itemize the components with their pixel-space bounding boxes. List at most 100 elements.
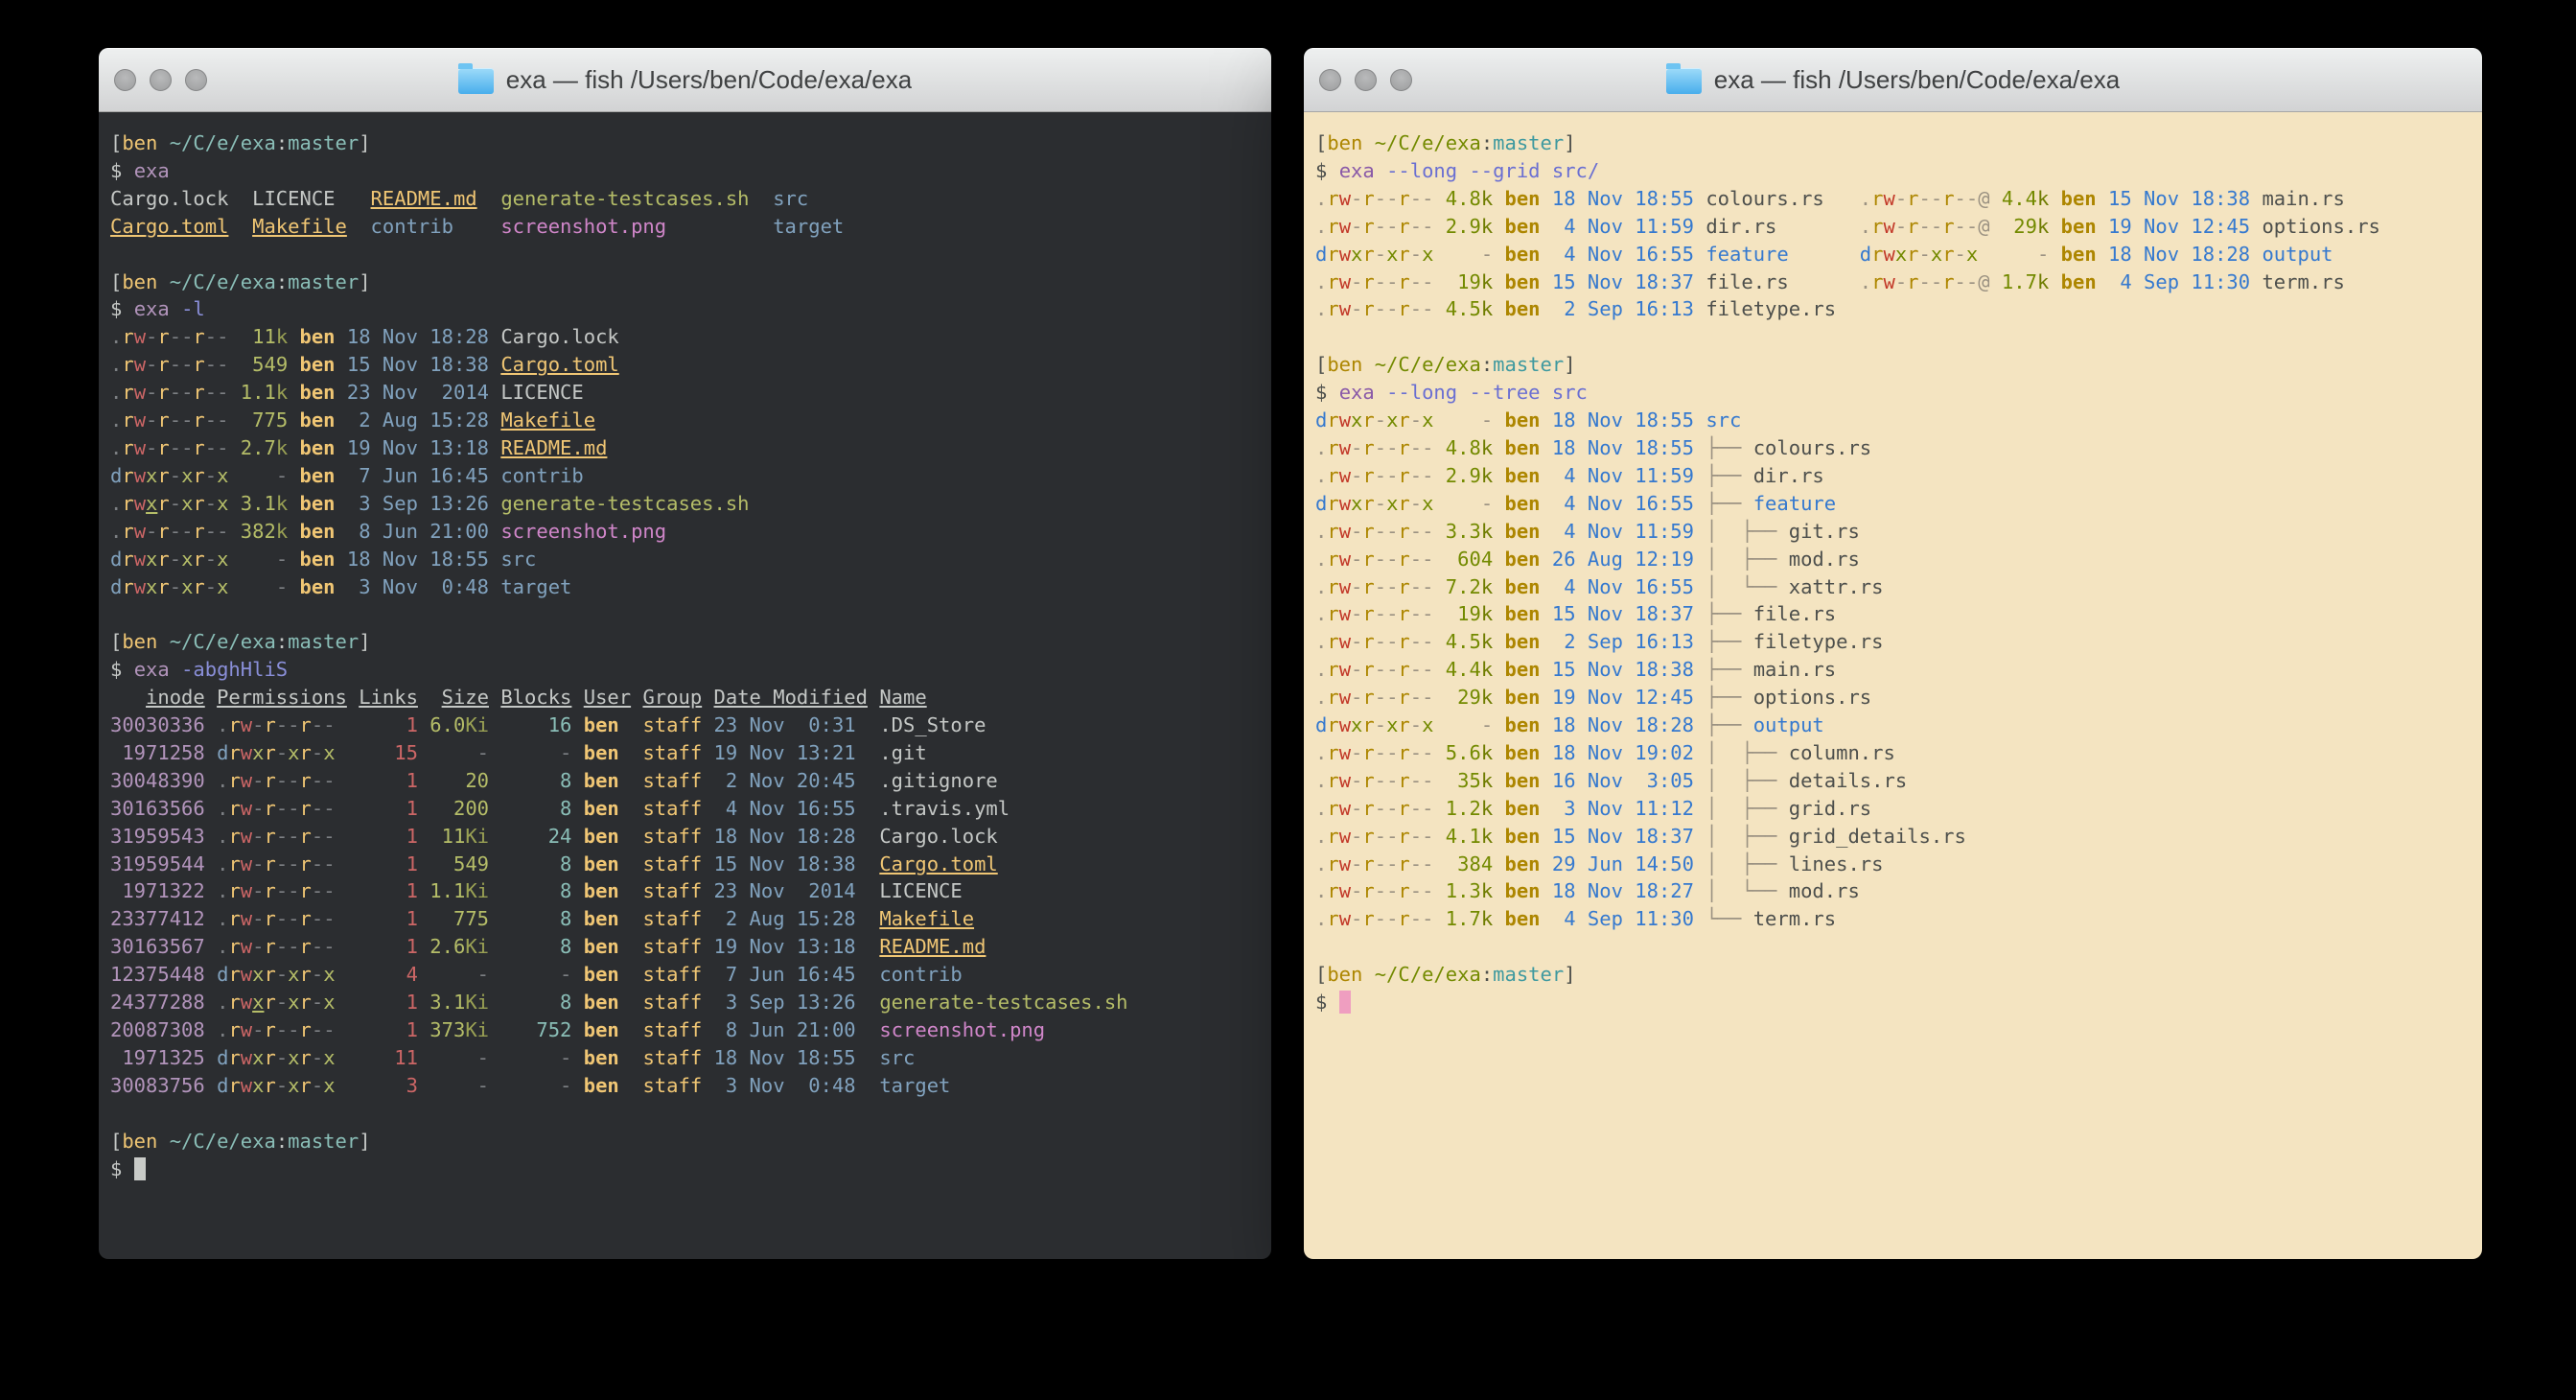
permission-bit: - <box>1351 297 1362 320</box>
minimize-button[interactable] <box>1355 69 1377 91</box>
close-button[interactable] <box>1319 69 1341 91</box>
file-size <box>1469 243 1480 266</box>
terminal-token: $ <box>1315 159 1339 182</box>
terminal-token <box>619 825 643 848</box>
permission-bit: r <box>228 1018 240 1041</box>
permission-bit: . <box>217 825 228 848</box>
permission-bit: - <box>1375 464 1386 487</box>
zoom-button[interactable] <box>1390 69 1412 91</box>
permission-bit: x <box>252 1046 264 1069</box>
terminal-token <box>1375 381 1386 404</box>
terminal-token: 4 Nov 11:59 <box>1552 520 1694 543</box>
terminal-token <box>489 492 500 515</box>
terminal-token <box>336 353 347 376</box>
terminal-line: 30048390 .rw-r--r-- 1 20 8 ben staff 2 N… <box>110 769 998 792</box>
permission-bit: w <box>1339 492 1351 515</box>
permission-bit: - <box>1375 825 1386 848</box>
file-size: 9 <box>1469 602 1480 625</box>
permission-bit: . <box>110 436 122 459</box>
terminal-token: 2 Sep 16:13 <box>1552 297 1694 320</box>
terminal-token <box>336 1018 360 1041</box>
terminal-token: 16 Nov 3:05 <box>1552 769 1694 792</box>
terminal-token: contrib <box>879 963 962 986</box>
title-group: exa — fish /Users/ben/Code/exa/exa <box>1666 65 2120 95</box>
permission-bit: - <box>1375 408 1386 432</box>
terminal-token <box>619 1074 643 1097</box>
terminal-token: 23377412 <box>110 907 205 930</box>
terminal-token: 31959543 <box>110 825 205 848</box>
terminal-token: 8 Jun 21:00 <box>347 520 489 543</box>
file-size: 2 <box>241 436 252 459</box>
terminal-token: 1971258 <box>110 741 205 764</box>
permission-bit: - <box>1966 215 1978 238</box>
terminal-token <box>1694 548 1706 571</box>
permission-bit: r <box>1327 436 1338 459</box>
terminal-token <box>489 686 500 709</box>
terminal-token: Name <box>879 686 926 709</box>
terminal-token <box>856 797 880 820</box>
terminal-token: ~/C/e/exa <box>170 1130 276 1153</box>
permission-bit: - <box>276 1018 288 1041</box>
permission-bit: - <box>205 381 217 404</box>
permission-bit: r <box>264 1018 275 1041</box>
file-size: 4 <box>264 353 275 376</box>
zoom-button[interactable] <box>185 69 207 91</box>
permission-bit: - <box>312 1018 323 1041</box>
terminal-token <box>288 353 299 376</box>
terminal-token <box>1433 548 1445 571</box>
terminal-token <box>1493 187 1504 210</box>
permission-bit: - <box>1895 187 1907 210</box>
file-size: 3 <box>429 991 441 1014</box>
minimize-button[interactable] <box>150 69 172 91</box>
file-size: k <box>1481 658 1493 681</box>
close-button[interactable] <box>114 69 136 91</box>
file-size: 7 <box>465 907 476 930</box>
terminal-token <box>418 825 429 848</box>
file-size: 1 <box>1446 879 1457 902</box>
permission-bit: r <box>1362 907 1374 930</box>
terminal-screen[interactable]: [ben ~/C/e/exa:master] $ exa --long --gr… <box>1304 112 2482 1259</box>
file-size: 2 <box>429 935 441 958</box>
file-size <box>1446 769 1457 792</box>
terminal-token: src <box>879 1046 915 1069</box>
terminal-line: 31959544 .rw-r--r-- 1 549 8 ben staff 15… <box>110 852 998 875</box>
terminal-token: ben <box>584 907 619 930</box>
titlebar: exa — fish /Users/ben/Code/exa/exa <box>1304 48 2482 112</box>
terminal-token: ben <box>1505 297 1541 320</box>
permission-bit: . <box>1315 630 1327 653</box>
terminal-token: options.rs <box>2262 215 2379 238</box>
titlebar: exa — fish /Users/ben/Code/exa/exa <box>99 48 1271 112</box>
terminal-token: ben <box>2061 243 2097 266</box>
file-size: i <box>477 935 489 958</box>
permission-bit: - <box>1410 852 1422 875</box>
permission-bit: r <box>264 879 275 902</box>
permission-bit: x <box>1386 408 1398 432</box>
terminal-token: ben <box>584 991 619 1014</box>
permission-bit: r <box>1327 852 1338 875</box>
terminal-token <box>1541 602 1552 625</box>
terminal-token: └── <box>1706 907 1752 930</box>
terminal-token <box>856 1018 880 1041</box>
permission-bit: w <box>1339 215 1351 238</box>
permission-bit: - <box>217 353 228 376</box>
terminal-token: ben <box>300 492 336 515</box>
terminal-line: $ exa --long --grid src/ <box>1315 159 1599 182</box>
permission-bit: - <box>1966 187 1978 210</box>
permission-bit: r <box>193 408 204 432</box>
terminal-token: ben <box>2061 187 2097 210</box>
terminal-token <box>288 548 299 571</box>
permission-bit: w <box>241 1074 252 1097</box>
terminal-token <box>336 991 360 1014</box>
terminal-line: .rw-r--r-- 19k ben 15 Nov 18:37 file.rs … <box>1315 270 2345 293</box>
terminal-token: staff <box>642 991 702 1014</box>
file-size: . <box>2013 270 2025 293</box>
terminal-token: master <box>288 131 359 154</box>
permission-bit: x <box>1895 243 1907 266</box>
file-size: 0 <box>477 769 489 792</box>
permission-bit: r <box>1398 769 1409 792</box>
terminal-token: ben <box>1505 825 1541 848</box>
terminal-screen[interactable]: [ben ~/C/e/exa:master] $ exa Cargo.lock … <box>99 112 1271 1259</box>
terminal-token <box>228 492 240 515</box>
terminal-token <box>1541 713 1552 736</box>
terminal-token: 29 Jun 14:50 <box>1552 852 1694 875</box>
